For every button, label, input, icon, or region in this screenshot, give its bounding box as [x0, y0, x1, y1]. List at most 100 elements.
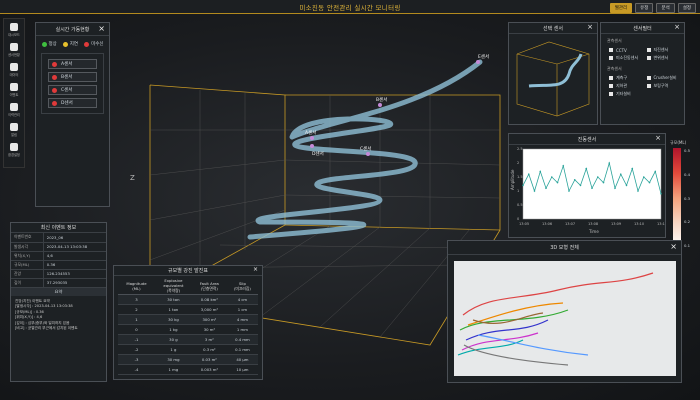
colorbar-title: 규모(ML) — [670, 140, 687, 145]
filter-label: 기타설비 — [616, 91, 631, 96]
ts-point — [614, 187, 616, 189]
checkbox-icon — [646, 48, 651, 52]
event-value: 4,6 — [43, 251, 106, 261]
status-panel: 실시간 가동현황 × 정상 지연 미수신 A센서 B센서 C센서 D센서 — [35, 22, 110, 207]
close-icon[interactable]: × — [587, 23, 593, 31]
magnitude-header-row: Magnitude (ML) Explosive equivalent (폭약량)… — [118, 278, 258, 295]
nav-label: 센서현황 — [8, 53, 20, 57]
ts-point — [631, 167, 634, 170]
table-cell: 0.3 m² — [191, 344, 227, 355]
magnitude-header: Slip (미끄러짐) — [226, 278, 258, 295]
close-icon[interactable]: × — [655, 134, 661, 142]
nav-item-1[interactable]: 센서현황 — [4, 41, 24, 59]
colorbar-ticks: 0.5 0.4 0.3 0.2 0.1 — [684, 148, 690, 248]
magnitude-table: Magnitude (ML) Explosive equivalent (폭약량)… — [118, 278, 258, 375]
chart-plot-area — [522, 148, 662, 220]
overview-title: 3D 모형 전체 — [550, 245, 579, 251]
sensor-item-3[interactable]: D센서 — [48, 98, 97, 108]
table-row: 01 kg 30 m² 1 mm — [118, 324, 258, 335]
ts-x-tick: 13:07 — [565, 222, 575, 226]
selected-sensor-plot[interactable] — [509, 34, 597, 124]
close-icon[interactable]: × — [674, 23, 680, 31]
filter-checkbox[interactable]: 지하관 — [609, 82, 647, 90]
sensor-item-0[interactable]: A센서 — [48, 59, 97, 69]
checkbox-icon — [646, 84, 651, 88]
close-icon[interactable]: × — [253, 266, 258, 273]
sensor-item-2[interactable]: C센서 — [48, 85, 97, 95]
colorbar-tick: 0.2 — [684, 219, 691, 225]
table-cell: 1 g — [154, 344, 192, 355]
filter-checkbox[interactable]: CCTV — [609, 46, 647, 54]
close-icon[interactable]: × — [670, 242, 677, 251]
nav-icon — [10, 83, 18, 91]
table-cell: 1 cm — [226, 304, 258, 315]
nav-item-2[interactable]: 데이터 — [4, 61, 24, 79]
table-row: -1 30 g3 m² 0.4 mm — [118, 334, 258, 345]
overview-3d-panel: 3D 모형 전체 × — [447, 240, 682, 383]
ts-point — [568, 190, 570, 192]
checkbox-icon — [646, 76, 651, 80]
colorbar-tick: 0.1 — [684, 243, 691, 248]
table-row: -3 30 mg 0.03 m² 40 μm — [118, 354, 258, 365]
ts-point — [545, 187, 547, 189]
event-title: 최신 이벤트 정보 — [40, 225, 77, 231]
ts-x-tick: 13:11 — [657, 222, 665, 226]
table-cell: 1 kg — [154, 324, 192, 335]
ts-x-tick: 13:10 — [634, 222, 644, 226]
magnitude-header: Magnitude (ML) — [118, 278, 155, 295]
nav-item-3[interactable]: 이벤트 — [4, 81, 24, 99]
filter-checkbox[interactable]: Crusher설비 — [646, 74, 685, 82]
table-cell: 3 — [118, 294, 155, 305]
filter-group1: CCTV 지진센서 미소진동센서 변위센서 — [601, 46, 684, 62]
table-cell: 1 mm — [226, 324, 258, 335]
ts-y-tick: 2 — [517, 161, 519, 165]
ts-y-tick: 2.5 — [517, 147, 523, 151]
checkbox-icon — [609, 84, 613, 88]
status-dot-icon — [62, 41, 68, 47]
nav-icon — [10, 23, 18, 31]
status-dot-icon — [84, 41, 90, 47]
magnitude-title: 규모별 강진 발진표 — [168, 268, 208, 274]
timeseries-chart[interactable]: Time Amplitude 13:05 13:06 13:07 13:08 13:09… — [509, 145, 667, 237]
filter-checkbox[interactable]: 미소진동센서 — [609, 54, 647, 62]
ts-point — [608, 162, 611, 164]
filter-group2-title: 관측센서 — [607, 66, 622, 71]
filter-checkbox[interactable]: 보링구역 — [646, 82, 685, 90]
filter-title: 센서필터 — [633, 25, 652, 32]
event-row: 규모(ML) 0.36 — [11, 260, 106, 270]
table-cell: 0.1 mm — [226, 344, 258, 355]
nav-label: 알림 — [11, 133, 17, 137]
sensor-item-1[interactable]: B센서 — [48, 72, 97, 82]
filter-checkbox[interactable]: 기타설비 — [609, 90, 647, 98]
event-key: 발생시각 — [11, 242, 44, 252]
legend-label: 미수신 — [91, 42, 104, 47]
magnitude-header: Fault Area (단층면적) — [191, 278, 227, 295]
ts-point — [562, 165, 565, 167]
filter-checkbox[interactable]: 지진센서 — [646, 46, 685, 54]
nav-item-4[interactable]: 이력관리 — [4, 101, 24, 119]
sensor-label-4: E센서 — [478, 53, 489, 60]
filter-label: 계측구 — [616, 75, 628, 80]
overview-3d-plot[interactable] — [448, 255, 681, 382]
filter-checkbox[interactable]: 변위센서 — [646, 54, 685, 62]
sensor-label-3: D센서 — [312, 150, 324, 157]
nav-item-6[interactable]: 환경설정 — [4, 141, 24, 159]
sensor-name: C센서 — [61, 88, 73, 93]
nav-item-5[interactable]: 알림 — [4, 121, 24, 139]
ts-point — [596, 176, 599, 178]
sensor-name: B센서 — [61, 75, 73, 80]
close-icon[interactable]: × — [98, 24, 105, 33]
selected-title: 선택 센서 — [543, 25, 563, 32]
sensor-list: A센서 B센서 C센서 D센서 — [41, 53, 104, 114]
table-cell: -2 — [118, 344, 155, 355]
magnitude-header: Explosive equivalent (폭약량) — [154, 278, 192, 295]
sensor-point-d — [310, 144, 314, 148]
checkbox-icon — [609, 76, 613, 80]
nav-item-0[interactable]: 대시보드 — [4, 21, 24, 39]
sensor-name: D센서 — [61, 101, 73, 106]
ts-point — [522, 184, 524, 187]
checkbox-icon — [609, 92, 613, 96]
filter-checkbox[interactable]: 계측구 — [609, 74, 647, 82]
filter-label: Crusher설비 — [653, 75, 677, 80]
legend-label: 지연 — [69, 42, 79, 47]
